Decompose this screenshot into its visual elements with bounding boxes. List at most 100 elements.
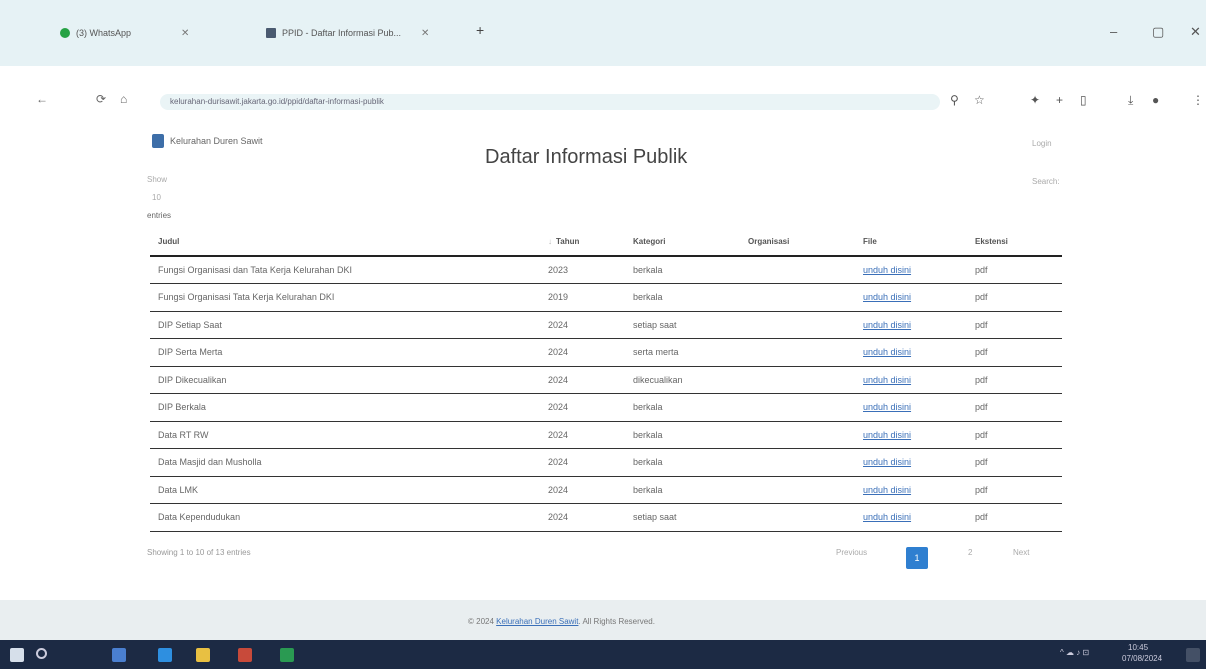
cell-judul: Fungsi Organisasi dan Tata Kerja Kelurah… [150, 256, 540, 284]
windows-start-icon[interactable] [10, 648, 24, 662]
download-link[interactable]: unduh disini [855, 311, 967, 339]
column-organisasi[interactable]: Organisasi [740, 228, 855, 257]
bookmark-star-icon[interactable]: ☆ [974, 93, 985, 107]
file-explorer-icon[interactable] [112, 648, 126, 662]
extensions-menu-icon[interactable]: + [1056, 93, 1063, 107]
cell-ekstensi: pdf [967, 311, 1062, 339]
download-link[interactable]: unduh disini [855, 283, 967, 312]
sort-icon: ↓ [548, 237, 552, 246]
cell-ekstensi: pdf [967, 393, 1062, 422]
system-tray-icons[interactable]: ^ ☁ ♪ ⊡ [1060, 648, 1089, 657]
site-brand-label: Kelurahan Duren Sawit [170, 136, 263, 146]
cell-kategori: berkala [625, 421, 740, 449]
cell-ekstensi: pdf [967, 283, 1062, 312]
cell-judul: DIP Setiap Saat [150, 311, 540, 339]
profile-icon[interactable]: ● [1152, 93, 1159, 107]
minimize-button[interactable]: – [1110, 24, 1117, 39]
zoom-icon[interactable]: ⚲ [950, 93, 959, 107]
close-icon[interactable]: ✕ [181, 28, 189, 39]
table-row: Data Kependudukan 2024 setiap saat unduh di… [150, 503, 1062, 532]
cell-kategori: berkala [625, 256, 740, 284]
close-icon[interactable]: ✕ [421, 28, 429, 39]
next-button[interactable]: Next [1013, 548, 1029, 557]
folder-icon[interactable] [196, 648, 210, 662]
table-row: Data Masjid dan Musholla 2024 berkala unduh… [150, 448, 1062, 477]
cell-tahun: 2024 [540, 448, 625, 477]
clock-time[interactable]: 10:45 [1128, 643, 1148, 652]
download-link[interactable]: unduh disini [855, 476, 967, 504]
column-judul[interactable]: Judul [150, 228, 540, 257]
cell-organisasi [740, 503, 855, 532]
tab-whatsapp[interactable]: (3) WhatsApp ✕ [60, 22, 189, 44]
download-link[interactable]: unduh disini [855, 448, 967, 477]
new-tab-button[interactable]: + [476, 22, 484, 38]
table-row: Data RT RW 2024 berkala unduh disini pdf [150, 421, 1062, 449]
cell-tahun: 2024 [540, 366, 625, 394]
cell-kategori: berkala [625, 448, 740, 477]
sidepanel-icon[interactable]: ▯ [1080, 93, 1087, 107]
download-link[interactable]: unduh disini [855, 338, 967, 367]
cell-kategori: berkala [625, 283, 740, 312]
cell-kategori: setiap saat [625, 311, 740, 339]
cell-tahun: 2024 [540, 421, 625, 449]
table-row: DIP Berkala 2024 berkala unduh disini pdf [150, 393, 1062, 422]
cell-tahun: 2024 [540, 311, 625, 339]
cell-organisasi [740, 256, 855, 284]
entries-per-page-select[interactable]: 10 [152, 193, 161, 202]
download-link[interactable]: unduh disini [855, 421, 967, 449]
cell-ekstensi: pdf [967, 476, 1062, 504]
search-icon[interactable] [36, 648, 47, 659]
table-info: Showing 1 to 10 of 13 entries [147, 548, 251, 557]
column-ekstensi[interactable]: Ekstensi [967, 228, 1062, 257]
excel-icon[interactable] [280, 648, 294, 662]
cell-kategori: serta merta [625, 338, 740, 367]
footer-link[interactable]: Kelurahan Duren Sawit [496, 617, 578, 626]
maximize-button[interactable]: ▢ [1152, 24, 1164, 40]
cell-organisasi [740, 393, 855, 422]
table-row: DIP Setiap Saat 2024 setiap saat unduh disi… [150, 311, 1062, 339]
cell-judul: Data RT RW [150, 421, 540, 449]
table-row: DIP Serta Merta 2024 serta merta unduh disi… [150, 338, 1062, 367]
reload-icon[interactable]: ⟳ [96, 92, 106, 106]
cell-kategori: setiap saat [625, 503, 740, 532]
home-icon[interactable]: ⌂ [120, 92, 127, 106]
previous-button[interactable]: Previous [836, 548, 867, 557]
notification-icon[interactable] [1186, 648, 1200, 662]
app-icon[interactable] [238, 648, 252, 662]
login-link[interactable]: Login [1032, 139, 1052, 148]
back-icon[interactable]: ← [36, 92, 48, 106]
column-tahun[interactable]: ↓ Tahun [540, 228, 625, 257]
cell-kategori: dikecualikan [625, 366, 740, 394]
cell-organisasi [740, 338, 855, 367]
page-1-button[interactable]: 1 [906, 547, 928, 569]
cell-tahun: 2023 [540, 256, 625, 284]
page-2-button[interactable]: 2 [968, 548, 972, 557]
extension-icon[interactable]: ✦ [1030, 93, 1040, 107]
cell-ekstensi: pdf [967, 338, 1062, 367]
cell-tahun: 2024 [540, 503, 625, 532]
cell-ekstensi: pdf [967, 503, 1062, 532]
clock-date[interactable]: 07/08/2024 [1122, 654, 1162, 663]
cell-organisasi [740, 366, 855, 394]
cell-judul: Data LMK [150, 476, 540, 504]
cell-organisasi [740, 283, 855, 312]
cell-ekstensi: pdf [967, 421, 1062, 449]
footer-copyright: © 2024 Kelurahan Duren Sawit. All Rights… [468, 617, 655, 626]
tab-ppid[interactable]: PPID - Daftar Informasi Pub... ✕ [266, 22, 429, 44]
site-brand[interactable]: Kelurahan Duren Sawit [152, 134, 263, 148]
tab-label: PPID - Daftar Informasi Pub... [282, 28, 402, 38]
page-title: Daftar Informasi Publik [485, 146, 688, 168]
download-link[interactable]: unduh disini [855, 366, 967, 394]
cell-kategori: berkala [625, 476, 740, 504]
tab-label: (3) WhatsApp [76, 28, 132, 38]
column-kategori[interactable]: Kategori [625, 228, 740, 257]
download-link[interactable]: unduh disini [855, 393, 967, 422]
close-window-button[interactable]: ✕ [1190, 24, 1201, 40]
download-link[interactable]: unduh disini [855, 503, 967, 532]
edge-browser-icon[interactable] [158, 648, 172, 662]
column-file[interactable]: File [855, 228, 967, 257]
menu-icon[interactable]: ⋮ [1192, 93, 1204, 107]
download-link[interactable]: unduh disini [855, 256, 967, 284]
address-bar[interactable]: kelurahan-durisawit.jakarta.go.id/ppid/d… [160, 94, 940, 110]
download-icon[interactable]: ⤓ [1128, 93, 1133, 108]
